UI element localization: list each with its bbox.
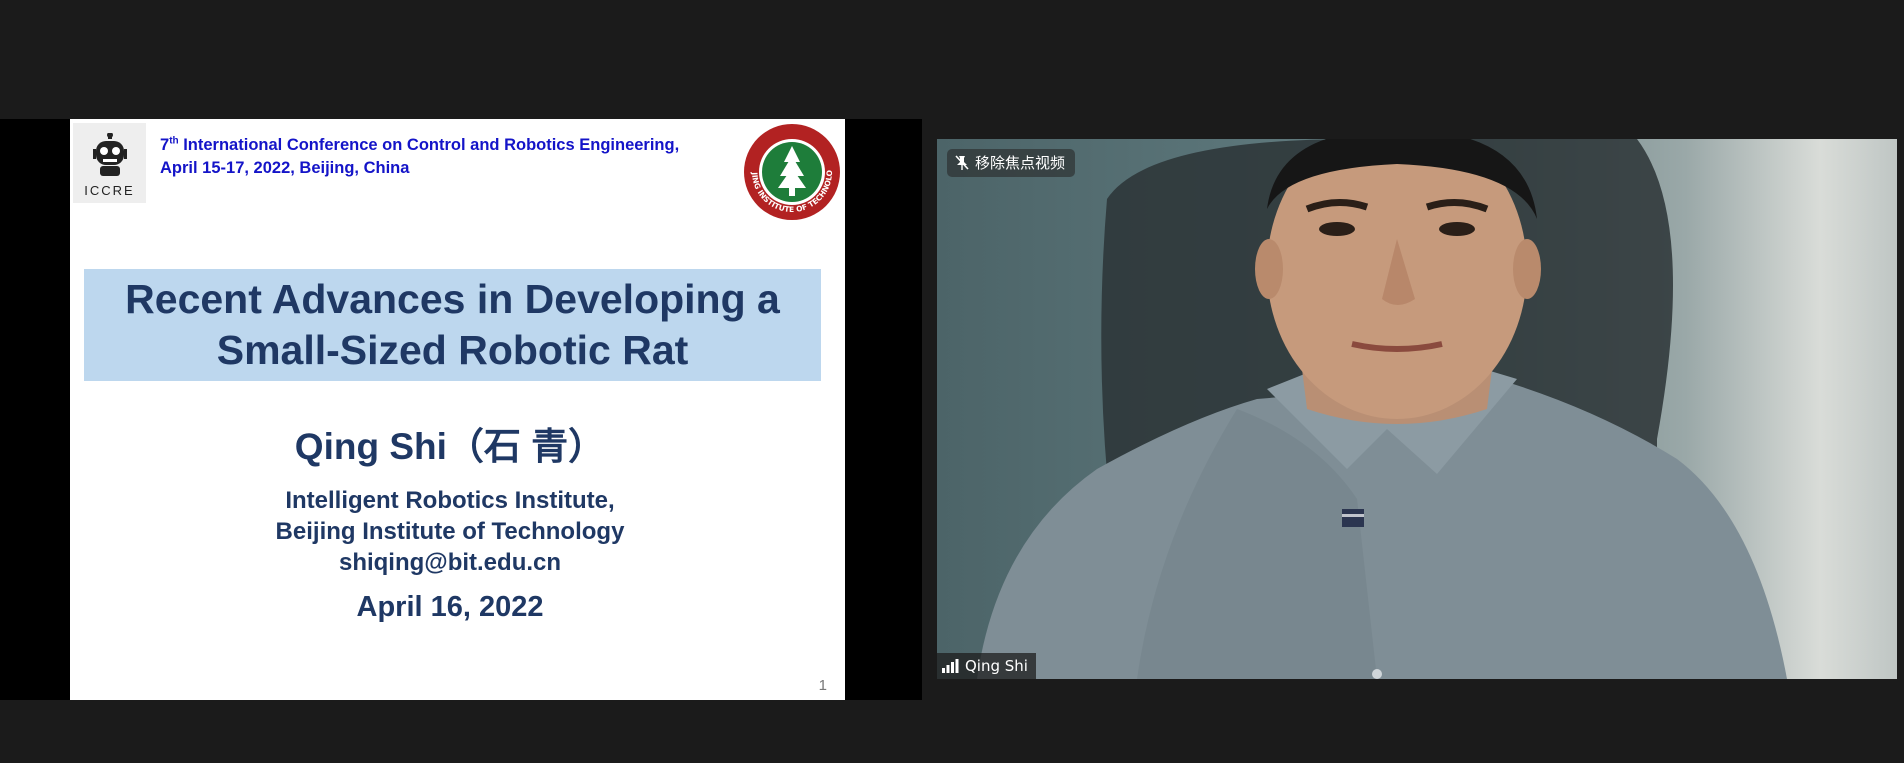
- slide-title-line-1: Recent Advances in Developing a: [125, 276, 780, 322]
- conference-name: International Conference on Control and …: [178, 136, 680, 154]
- conference-ordinal-suffix: th: [169, 135, 179, 147]
- robot-icon: [93, 133, 127, 176]
- conference-line-2: April 15-17, 2022, Beijing, China: [160, 159, 410, 177]
- pin-icon: [955, 155, 969, 170]
- slide-page-number: 1: [818, 677, 827, 694]
- conference-ordinal-number: 7: [160, 136, 170, 154]
- slide-title-line-2: Small-Sized Robotic Rat: [216, 327, 689, 373]
- speaker-video-frame: [977, 139, 1787, 679]
- author-name: Qing Shi（石 青）: [294, 426, 606, 467]
- conference-header: 7th International Conference on Control …: [160, 134, 720, 180]
- slide-title: Recent Advances in Developing a Small-Si…: [84, 269, 821, 381]
- university-seal-logo: BEIJING INSTITUTE OF TECHNOLOGY: [742, 122, 840, 220]
- presentation-slide: ICCRE 7th International Conference on Co…: [70, 119, 845, 700]
- affiliation-line-2: Beijing Institute of Technology: [275, 518, 625, 545]
- unpin-video-label: 移除焦点视频: [975, 154, 1066, 172]
- iccre-logo: ICCRE: [73, 123, 146, 203]
- affiliation-block: Intelligent Robotics Institute, Beijing …: [70, 485, 830, 578]
- presentation-date: April 16, 2022: [356, 591, 544, 623]
- participant-name-tag: Qing Shi: [937, 653, 1036, 679]
- logo-text: ICCRE: [84, 183, 135, 198]
- signal-strength-icon: [942, 659, 959, 673]
- shared-screen-panel: ICCRE 7th International Conference on Co…: [0, 119, 922, 700]
- meeting-stage: ICCRE 7th International Conference on Co…: [0, 0, 1904, 763]
- author-email: shiqing@bit.edu.cn: [338, 549, 562, 576]
- affiliation-line-1: Intelligent Robotics Institute,: [285, 487, 615, 514]
- speaker-video-tile[interactable]: 移除焦点视频 Qing Shi: [937, 139, 1897, 679]
- participant-name: Qing Shi: [965, 657, 1028, 675]
- unpin-video-button[interactable]: 移除焦点视频: [947, 149, 1076, 177]
- conference-line-1: 7th International Conference on Control …: [160, 134, 720, 157]
